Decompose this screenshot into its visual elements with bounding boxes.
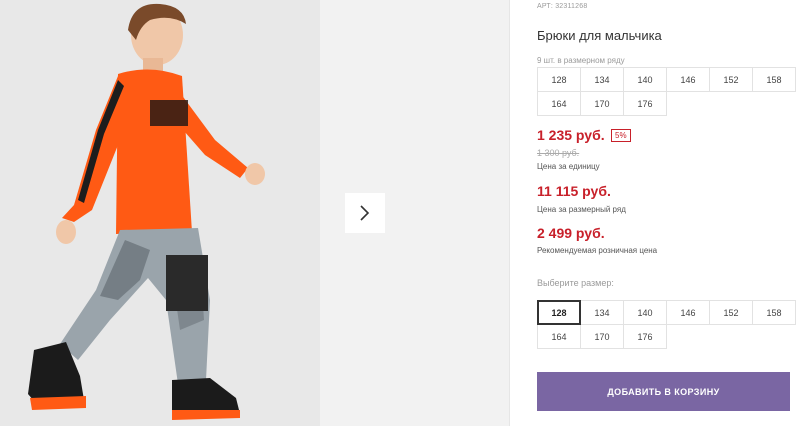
size-option[interactable]: 140 [623, 300, 667, 325]
size-option[interactable]: 152 [709, 300, 753, 325]
pack-size-cell: 158 [752, 67, 796, 92]
size-option[interactable]: 176 [623, 324, 667, 349]
product-photo [0, 0, 320, 426]
pack-size-cell: 164 [537, 91, 581, 116]
pack-price-label: Цена за размерный ряд [537, 205, 626, 214]
pack-size-cell: 176 [623, 91, 667, 116]
pack-size-cell: 170 [580, 91, 624, 116]
pack-size-cell: 134 [580, 67, 624, 92]
size-option[interactable]: 134 [580, 300, 624, 325]
size-option[interactable]: 146 [666, 300, 710, 325]
size-option[interactable]: 158 [752, 300, 796, 325]
pack-note: 9 шт. в размерном ряду [537, 56, 625, 65]
rrp-price: 2 499 руб. [537, 225, 605, 241]
size-selector: 128 134 140 146 152 158 164 170 176 [537, 300, 796, 349]
size-option[interactable]: 164 [537, 324, 581, 349]
choose-size-label: Выберите размер: [537, 278, 614, 288]
unit-price-label: Цена за единицу [537, 162, 600, 171]
pack-size-cell: 140 [623, 67, 667, 92]
pack-size-cell: 152 [709, 67, 753, 92]
pack-size-cell: 146 [666, 67, 710, 92]
add-to-cart-button[interactable]: ДОБАВИТЬ В КОРЗИНУ [537, 372, 790, 411]
old-price: 1 300 руб. [537, 148, 580, 158]
discount-badge: 5% [611, 129, 631, 142]
size-option-selected[interactable]: 128 [537, 300, 581, 325]
pack-price: 11 115 руб. [537, 183, 611, 199]
pack-sizes-grid: 128 134 140 146 152 158 164 170 176 [537, 67, 796, 116]
size-option[interactable]: 170 [580, 324, 624, 349]
next-image-button[interactable] [345, 193, 385, 233]
pack-size-cell: 128 [537, 67, 581, 92]
article-number: АРТ: 32311268 [537, 3, 588, 10]
rrp-label: Рекомендуемая розничная цена [537, 246, 658, 255]
product-title: Брюки для мальчика [537, 28, 662, 43]
chevron-right-icon [360, 205, 370, 221]
current-price: 1 235 руб. [537, 127, 605, 143]
